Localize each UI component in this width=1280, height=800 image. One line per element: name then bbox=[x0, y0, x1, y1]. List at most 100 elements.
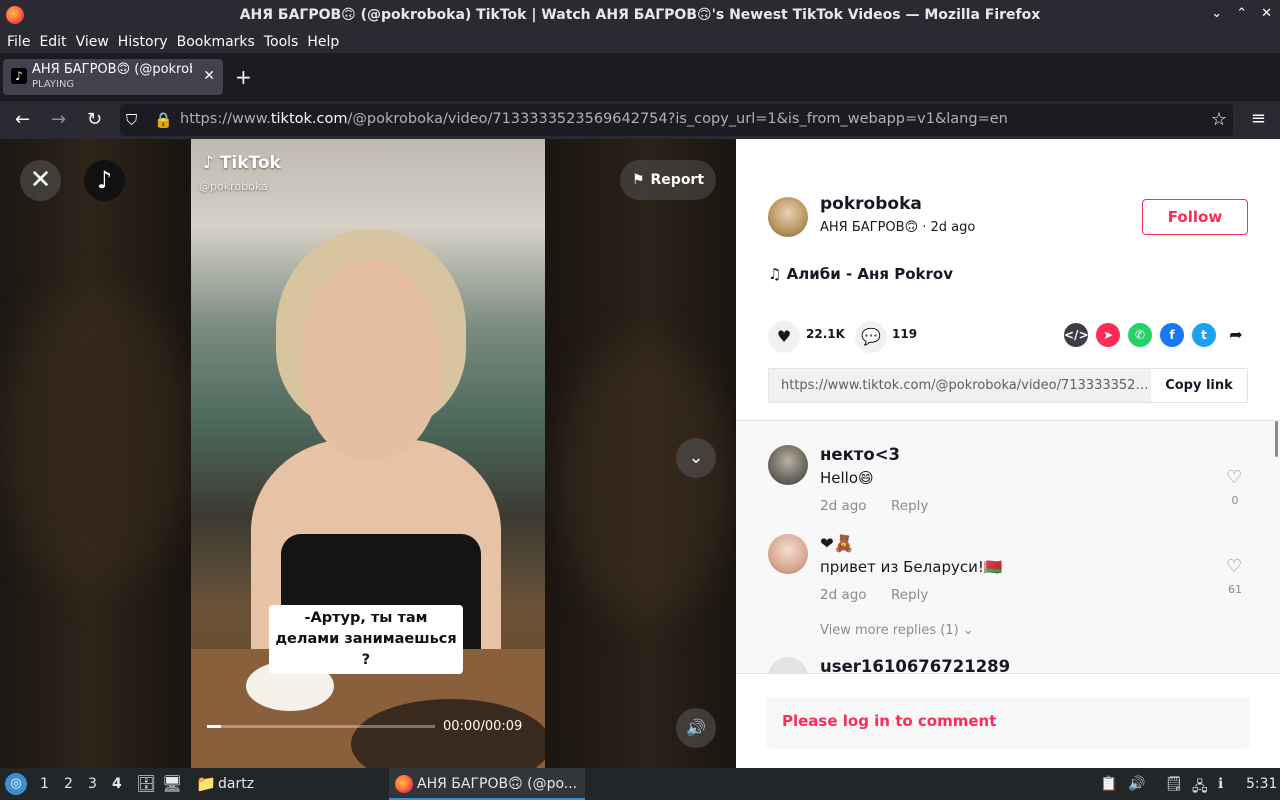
video-caption: -Артур, ты там делами занимаешься ? bbox=[269, 605, 463, 674]
scrollbar-thumb[interactable] bbox=[1275, 421, 1278, 457]
new-tab-button[interactable]: + bbox=[235, 65, 252, 89]
twitter-icon[interactable]: t bbox=[1192, 323, 1216, 347]
url-text[interactable]: https://www.tiktok.com/@pokroboka/video/… bbox=[180, 111, 1008, 127]
desktop-icon[interactable]: 🖥 bbox=[162, 774, 182, 793]
author-username[interactable]: pokroboka bbox=[820, 194, 922, 214]
video-link-text[interactable]: https://www.tiktok.com/@pokroboka/video/… bbox=[781, 378, 1149, 393]
workspace-3[interactable]: 3 bbox=[88, 776, 97, 792]
menu-edit[interactable]: Edit bbox=[39, 34, 66, 50]
author-avatar[interactable] bbox=[768, 197, 808, 237]
background-blur bbox=[560, 339, 730, 619]
close-video-button[interactable]: ✕ bbox=[20, 160, 61, 201]
telegram-icon[interactable]: ➤ bbox=[1096, 323, 1120, 347]
clipboard-icon[interactable]: 📋 bbox=[1100, 776, 1117, 792]
file-manager-icon[interactable]: 🗄 bbox=[136, 774, 156, 793]
heart-icon: ♥ bbox=[776, 327, 792, 346]
reload-button[interactable]: ↻ bbox=[87, 109, 102, 130]
comment-list[interactable]: некто<3 Hello😄 2d ago Reply ♡ 0 ❤🧸 приве… bbox=[736, 421, 1280, 673]
url-bar[interactable]: ⛉ 🔒 https://www.tiktok.com/@pokroboka/vi… bbox=[120, 104, 1233, 136]
menu-view[interactable]: View bbox=[76, 34, 109, 50]
maximize-button[interactable]: ⌃ bbox=[1236, 6, 1247, 21]
comment-avatar[interactable] bbox=[768, 657, 808, 673]
start-menu-icon[interactable]: ◎ bbox=[5, 773, 27, 795]
like-button[interactable]: ♥ bbox=[768, 321, 800, 353]
comment-avatar[interactable] bbox=[768, 445, 808, 485]
report-button[interactable]: ⚑ Report bbox=[620, 160, 716, 200]
progress-track[interactable] bbox=[207, 725, 435, 728]
tiktok-watermark: ♪ TikTok bbox=[203, 153, 281, 173]
like-count: 22.1K bbox=[806, 327, 845, 341]
menu-bar: File Edit View History Bookmarks Tools H… bbox=[0, 30, 1280, 53]
tab-tiktok[interactable]: ♪ АНЯ БАГРОВ🙃 (@pokroboka) PLAYING ✕ bbox=[3, 59, 223, 95]
comment-author[interactable]: некто<3 bbox=[820, 445, 900, 464]
menu-bookmarks[interactable]: Bookmarks bbox=[177, 34, 255, 50]
app-menu-button[interactable]: ≡ bbox=[1251, 108, 1266, 129]
workspace-4[interactable]: 4 bbox=[112, 776, 122, 792]
window-titlebar: АНЯ БАГРОВ🙃 (@pokroboka) TikTok | Watch … bbox=[0, 0, 1280, 30]
login-to-comment-button[interactable]: Please log in to comment bbox=[766, 697, 1250, 749]
comment-input-area: Please log in to comment bbox=[736, 673, 1280, 768]
folder-label[interactable]: dartz bbox=[218, 776, 254, 792]
watermark-handle: @pokroboka bbox=[199, 180, 268, 193]
comment-text: Hello😄 bbox=[820, 469, 874, 487]
volume-icon[interactable]: 🔊 bbox=[1128, 776, 1145, 792]
report-label: Report bbox=[650, 172, 705, 188]
video-time: 00:00/00:09 bbox=[443, 719, 523, 734]
workspace-2[interactable]: 2 bbox=[64, 776, 73, 792]
notification-icon[interactable]: ℹ bbox=[1218, 776, 1223, 792]
video-frame[interactable]: ♪ TikTok @pokroboka -Артур, ты там делам… bbox=[191, 139, 545, 768]
whatsapp-icon[interactable]: ✆ bbox=[1128, 323, 1152, 347]
page-content: ♪ TikTok @pokroboka -Артур, ты там делам… bbox=[0, 139, 1280, 768]
tiktok-favicon-icon: ♪ bbox=[11, 68, 27, 84]
bookmark-star-icon[interactable]: ☆ bbox=[1211, 109, 1227, 130]
system-taskbar: ◎ 1 2 3 4 🗄 🖥 📁 dartz АНЯ БАГРОВ🙃 (@po..… bbox=[0, 768, 1280, 800]
lock-icon[interactable]: 🔒 bbox=[154, 111, 173, 129]
volume-button[interactable]: 🔊 bbox=[676, 708, 716, 748]
menu-tools[interactable]: Tools bbox=[264, 34, 299, 50]
tiktok-logo-icon[interactable]: ♪ bbox=[84, 160, 125, 201]
comment-like-count: 0 bbox=[1231, 494, 1239, 507]
network-icon[interactable]: 🖧 bbox=[1192, 776, 1208, 800]
close-window-button[interactable]: ✕ bbox=[1261, 6, 1272, 21]
comment-like-count: 61 bbox=[1228, 583, 1242, 596]
tab-close-icon[interactable]: ✕ bbox=[203, 68, 215, 84]
folder-icon[interactable]: 📁 bbox=[196, 774, 216, 793]
facebook-icon[interactable]: f bbox=[1160, 323, 1184, 347]
follow-button[interactable]: Follow bbox=[1142, 199, 1248, 235]
copy-link-box: https://www.tiktok.com/@pokroboka/video/… bbox=[768, 368, 1248, 403]
navigation-bar: ← → ↻ ⛉ 🔒 https://www.tiktok.com/@pokrob… bbox=[0, 101, 1280, 139]
back-button[interactable]: ← bbox=[15, 109, 30, 130]
workspace-1[interactable]: 1 bbox=[40, 776, 49, 792]
reply-button[interactable]: Reply bbox=[891, 587, 928, 603]
comment-button[interactable]: 💬 bbox=[855, 321, 887, 353]
comment-author[interactable]: ❤🧸 bbox=[820, 534, 854, 554]
next-video-button[interactable]: ⌄ bbox=[676, 438, 716, 478]
tab-bar: ♪ АНЯ БАГРОВ🙃 (@pokroboka) PLAYING ✕ + bbox=[0, 53, 1280, 101]
video-player-area: ♪ TikTok @pokroboka -Артур, ты там делам… bbox=[0, 139, 736, 768]
background-blur bbox=[0, 289, 190, 589]
comment-like-icon[interactable]: ♡ bbox=[1226, 556, 1242, 577]
forward-button[interactable]: → bbox=[51, 109, 66, 130]
embed-icon[interactable]: </> bbox=[1064, 323, 1089, 347]
comment-avatar[interactable] bbox=[768, 534, 808, 574]
notes-icon[interactable]: 🗒 bbox=[1165, 776, 1183, 792]
firefox-icon bbox=[395, 775, 413, 793]
comment-like-icon[interactable]: ♡ bbox=[1226, 467, 1242, 488]
comment-author[interactable]: user1610676721289 bbox=[820, 657, 1010, 673]
copy-link-button[interactable]: Copy link bbox=[1151, 369, 1247, 402]
menu-file[interactable]: File bbox=[7, 34, 30, 50]
window-controls: ⌄ ⌃ ✕ bbox=[1211, 6, 1272, 21]
reply-button[interactable]: Reply bbox=[891, 498, 928, 514]
view-more-replies[interactable]: View more replies (1) ⌄ bbox=[820, 623, 974, 638]
minimize-button[interactable]: ⌄ bbox=[1211, 6, 1222, 21]
music-link[interactable]: ♫ Алиби - Аня Pokrov bbox=[768, 265, 953, 283]
author-nickname: АНЯ БАГРОВ🙃 · 2d ago bbox=[820, 220, 976, 235]
share-arrow-icon[interactable]: ➦ bbox=[1224, 323, 1248, 347]
comment-count: 119 bbox=[892, 327, 918, 341]
menu-history[interactable]: History bbox=[118, 34, 168, 50]
menu-help[interactable]: Help bbox=[307, 34, 339, 50]
video-scene-face bbox=[301, 259, 441, 459]
flag-icon: ⚑ bbox=[631, 172, 645, 188]
taskbar-window-firefox[interactable]: АНЯ БАГРОВ🙃 (@po... bbox=[389, 768, 585, 800]
tracking-shield-icon[interactable]: ⛉ bbox=[126, 111, 137, 129]
